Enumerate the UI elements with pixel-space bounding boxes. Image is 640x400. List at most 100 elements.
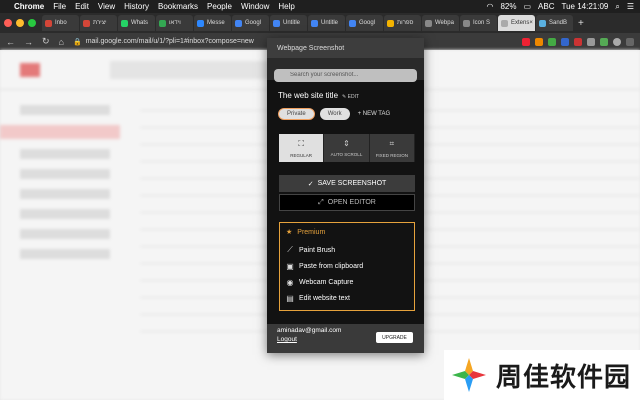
tab-label: Untitle <box>321 20 339 26</box>
open-editor-label: OPEN EDITOR <box>327 199 376 206</box>
premium-paint-brush[interactable]: ⟋ Paint Brush <box>286 242 408 258</box>
menu-file[interactable]: File <box>53 2 66 11</box>
menu-edit[interactable]: Edit <box>75 2 89 11</box>
tag-private[interactable]: Private <box>278 108 315 120</box>
extension-icon[interactable] <box>587 37 595 46</box>
menu-list-icon[interactable]: ☰ <box>627 2 634 11</box>
menu-history[interactable]: History <box>124 2 149 11</box>
webcam-icon: ◉ <box>286 277 294 287</box>
extension-icon[interactable] <box>561 37 569 46</box>
close-tab-icon[interactable]: × <box>529 20 533 26</box>
forward-icon[interactable]: → <box>24 37 33 47</box>
status-area: ◠ 82% ▭ ABC Tue 14:21:09 ⌕ ☰ <box>486 2 634 12</box>
mode-auto-scroll[interactable]: ⇕ AUTO SCROLL <box>324 134 370 162</box>
screenshot-search-input[interactable] <box>274 68 417 82</box>
browser-tab[interactable]: SandB <box>536 15 573 31</box>
tab-favicon-icon <box>387 19 394 27</box>
tab-favicon-icon <box>539 19 546 27</box>
back-icon[interactable]: ← <box>6 37 15 47</box>
extension-icon[interactable] <box>600 37 608 46</box>
menu-help[interactable]: Help <box>278 2 294 11</box>
premium-edit-text[interactable]: ▤ Edit website text <box>286 290 408 306</box>
browser-tab[interactable]: Whats <box>118 15 155 31</box>
edit-label: EDIT <box>347 94 360 100</box>
battery-icon[interactable]: ▭ <box>523 2 531 11</box>
browser-tab[interactable]: Messe <box>194 15 231 31</box>
browser-tab[interactable]: Googl <box>232 15 269 31</box>
browser-tab[interactable]: Inbo <box>42 15 79 31</box>
browser-tab[interactable]: וידאו <box>156 15 193 31</box>
browser-tab[interactable]: Extens × <box>498 15 535 31</box>
upgrade-button[interactable]: UPGRADE <box>376 332 413 343</box>
premium-webcam-capture[interactable]: ◉ Webcam Capture <box>286 274 408 290</box>
tab-favicon-icon <box>45 19 52 27</box>
browser-tab[interactable]: ספרות <box>384 15 421 31</box>
more-menu-icon[interactable] <box>626 37 634 46</box>
tab-label: Icon S <box>473 20 491 26</box>
save-screenshot-label: SAVE SCREENSHOT <box>317 180 387 187</box>
sidebar-row <box>20 229 110 239</box>
menu-view[interactable]: View <box>98 2 115 11</box>
watermark: 周佳软件园 <box>444 350 640 400</box>
sidebar-row <box>20 189 110 199</box>
search-icon[interactable]: ⌕ <box>615 2 619 12</box>
extension-icon[interactable] <box>522 37 530 46</box>
tab-label: Messe <box>207 20 225 26</box>
mac-menubar: Chrome File Edit View History Bookmarks … <box>0 0 640 13</box>
lock-icon: 🔒 <box>72 38 82 46</box>
browser-tab[interactable]: Icon S <box>460 15 497 31</box>
extensions-area <box>522 37 634 46</box>
profile-avatar[interactable] <box>613 37 621 46</box>
tab-favicon-icon <box>425 19 432 27</box>
popup-footer: aminadav@gmail.com Logout UPGRADE <box>267 324 424 353</box>
tag-row: Private Work + NEW TAG <box>278 108 424 120</box>
clock[interactable]: Tue 14:21:09 <box>561 2 608 11</box>
premium-item-label: Webcam Capture <box>299 278 354 286</box>
popup-title: Webpage Screenshot <box>267 38 424 58</box>
mode-fixed-region[interactable]: ⌗ FIXED REGION <box>369 134 415 162</box>
text-edit-icon: ▤ <box>286 293 294 303</box>
premium-paste-clipboard[interactable]: ▣ Paste from clipboard <box>286 258 408 274</box>
mode-regular[interactable]: ⛶ REGULAR <box>279 134 325 162</box>
sidebar-row <box>20 249 110 259</box>
maximize-window-icon[interactable] <box>28 19 36 27</box>
extension-icon[interactable] <box>535 37 543 46</box>
check-icon: ✓ <box>307 180 314 188</box>
tag-work[interactable]: Work <box>319 108 350 120</box>
extension-icon[interactable] <box>548 37 556 46</box>
menu-app-name[interactable]: Chrome <box>14 2 44 11</box>
sidebar-row <box>20 149 110 159</box>
auto-scroll-icon: ⇕ <box>343 139 350 148</box>
wifi-icon[interactable]: ◠ <box>486 2 493 11</box>
menu-people[interactable]: People <box>207 2 232 11</box>
extension-icon[interactable] <box>574 37 582 46</box>
new-tag-button[interactable]: + NEW TAG <box>358 111 391 117</box>
browser-tab[interactable]: Untitle <box>270 15 307 31</box>
sidebar-row <box>20 209 110 219</box>
gmail-sidebar <box>0 95 130 269</box>
browser-tab[interactable]: יצירת <box>80 15 117 31</box>
tab-favicon-icon <box>311 19 318 27</box>
brush-icon: ⟋ <box>287 245 293 254</box>
browser-tab[interactable]: Webpa <box>422 15 459 31</box>
new-tab-icon[interactable]: + <box>578 18 584 29</box>
clipboard-icon: ▣ <box>286 261 294 271</box>
input-source[interactable]: ABC <box>538 2 554 11</box>
browser-tab[interactable]: Untitle <box>308 15 345 31</box>
menu-window[interactable]: Window <box>241 2 269 11</box>
crop-icon: ⌗ <box>389 138 395 148</box>
reload-icon[interactable]: ↻ <box>42 36 50 47</box>
tab-label: וידאו <box>169 20 181 26</box>
battery-level[interactable]: 82% <box>500 2 516 11</box>
site-title[interactable]: The web site title <box>278 91 338 100</box>
minimize-window-icon[interactable] <box>16 19 24 27</box>
home-icon[interactable]: ⌂ <box>59 37 64 47</box>
edit-title-button[interactable]: ✎ EDIT <box>342 94 359 100</box>
close-window-icon[interactable] <box>4 19 12 27</box>
browser-tab[interactable]: Googl <box>346 15 383 31</box>
address-bar[interactable]: 🔒 mail.google.com/mail/u/1/?pli=1#inbox?… <box>73 36 273 48</box>
save-screenshot-button[interactable]: ✓ SAVE SCREENSHOT <box>279 175 415 192</box>
menu-bookmarks[interactable]: Bookmarks <box>158 2 198 11</box>
open-editor-button[interactable]: ⤢ OPEN EDITOR <box>279 194 415 211</box>
url-text: mail.google.com/mail/u/1/?pli=1#inbox?co… <box>85 38 254 45</box>
